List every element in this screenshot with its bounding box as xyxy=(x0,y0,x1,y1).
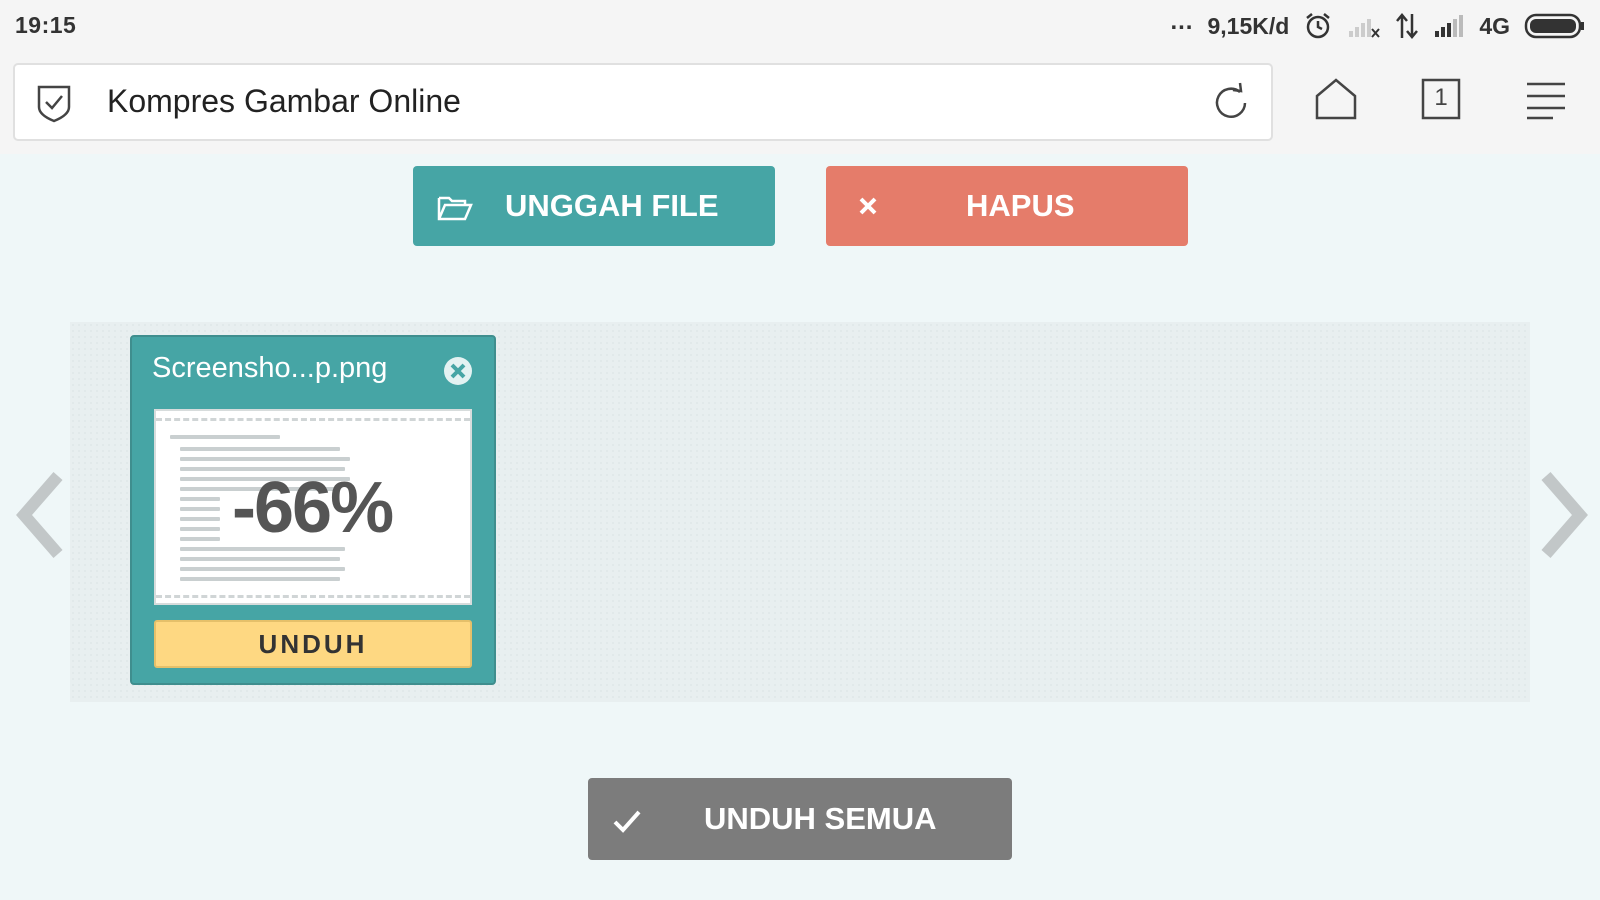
shield-check-icon xyxy=(37,85,71,123)
folder-open-icon xyxy=(437,196,473,221)
reload-icon[interactable] xyxy=(1209,81,1253,125)
chevron-left-icon[interactable] xyxy=(10,470,70,560)
status-icons: ... 9,15K/d 4G xyxy=(1170,8,1586,44)
thumbnail-header xyxy=(156,411,470,421)
thumbnail-line xyxy=(180,567,345,571)
browser-toolbar: Kompres Gambar Online 1 xyxy=(0,52,1600,154)
thumbnail-line xyxy=(180,457,350,461)
alarm-icon xyxy=(1306,13,1331,39)
remove-file-icon[interactable] xyxy=(442,355,474,387)
download-all-button[interactable]: UNDUH SEMUA xyxy=(588,778,1012,860)
battery-icon xyxy=(1524,13,1584,39)
delete-label: HAPUS xyxy=(966,188,1075,223)
download-all-label: UNDUH SEMUA xyxy=(704,801,937,836)
thumbnail-footer xyxy=(156,595,470,601)
data-arrows-icon xyxy=(1396,13,1419,39)
download-file-button[interactable]: UNDUH xyxy=(154,620,472,668)
chevron-right-icon[interactable] xyxy=(1534,470,1594,560)
check-icon xyxy=(613,810,641,833)
home-icon[interactable] xyxy=(1313,76,1359,122)
network-speed: 9,15K/d xyxy=(1207,12,1290,39)
compression-ratio: -66% xyxy=(232,468,394,548)
signal-none-icon xyxy=(1349,19,1381,38)
file-thumbnail: -66% xyxy=(154,409,472,605)
upload-file-label: UNGGAH FILE xyxy=(505,188,719,223)
thumbnail-line xyxy=(180,507,220,511)
thumbnail-line xyxy=(180,577,340,581)
tabs-button[interactable]: 1 xyxy=(1418,76,1464,122)
thumbnail-line xyxy=(180,527,220,531)
more-notifications-icon: ... xyxy=(1170,8,1194,35)
page-title: Kompres Gambar Online xyxy=(107,83,461,119)
thumbnail-line xyxy=(180,497,220,501)
thumbnail-line xyxy=(180,447,340,451)
status-bar: 19:15 ... 9,15K/d 4G xyxy=(0,0,1600,52)
thumbnail-line xyxy=(180,537,220,541)
delete-button[interactable]: HAPUS xyxy=(826,166,1188,246)
file-card: Screensho...p.png -66% UNDUH xyxy=(130,335,496,685)
tab-count: 1 xyxy=(1434,84,1448,111)
file-name: Screensho...p.png xyxy=(152,352,388,384)
thumbnail-line xyxy=(170,435,280,439)
network-type: 4G xyxy=(1479,12,1510,39)
upload-file-button[interactable]: UNGGAH FILE xyxy=(413,166,775,246)
address-bar[interactable]: Kompres Gambar Online xyxy=(13,63,1273,141)
status-time: 19:15 xyxy=(15,12,77,38)
close-icon xyxy=(859,197,877,215)
menu-icon[interactable] xyxy=(1523,76,1569,122)
thumbnail-line xyxy=(180,517,220,521)
signal-icon xyxy=(1435,15,1464,37)
thumbnail-line xyxy=(180,557,340,561)
